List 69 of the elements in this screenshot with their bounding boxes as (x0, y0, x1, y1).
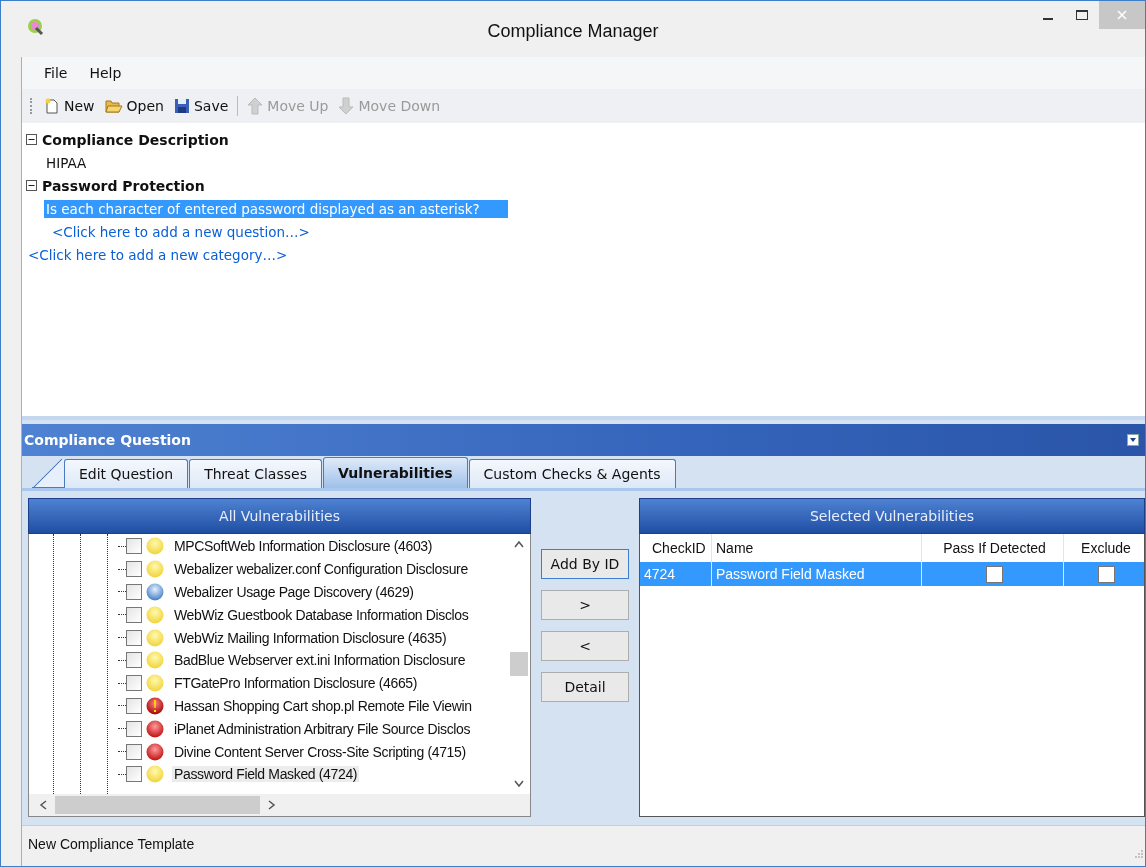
checkbox[interactable] (126, 675, 142, 692)
maximize-icon (1076, 10, 1088, 20)
vulnerability-item[interactable]: Divine Content Server Cross-Site Scripting (4715) (172, 743, 468, 760)
checkbox[interactable] (986, 565, 1003, 583)
vulnerability-item[interactable]: Hassan Shopping Cart shop.pl Remote File Viewin (172, 697, 474, 714)
collapse-panel-icon[interactable] (1127, 434, 1139, 446)
vulnerability-item[interactable]: MPCSoftWeb Information Disclosure (4603) (172, 538, 435, 555)
action-button[interactable]: Detail (541, 672, 629, 702)
checkbox[interactable] (126, 743, 142, 760)
description-text: HIPAA (45, 153, 88, 172)
vulnerability-item[interactable]: Password Field Masked (4724) (172, 766, 360, 783)
down-arrow-icon (338, 97, 355, 115)
category-title: Compliance Description (42, 131, 229, 148)
folder-icon (104, 98, 123, 114)
toolbar-button[interactable]: New (40, 96, 99, 116)
resize-grip-icon[interactable] (1133, 848, 1143, 858)
column-header[interactable]: Exclude (1064, 534, 1144, 562)
checkbox[interactable] (126, 720, 142, 737)
vulnerability-item[interactable]: BadBlue Webserver ext.ini Information Disclosure (172, 652, 468, 669)
window-title: Compliance Manager (487, 21, 659, 42)
scroll-down-icon[interactable] (514, 780, 524, 788)
up-arrow-icon (247, 97, 264, 115)
checkbox[interactable] (126, 697, 142, 714)
scrollbar-thumb[interactable] (510, 652, 528, 676)
list-title: Selected Vulnerabilities (809, 508, 975, 524)
status-text: New Compliance Template (28, 836, 195, 852)
checkbox[interactable] (126, 629, 142, 646)
tab[interactable]: Custom Checks & Agents (468, 459, 676, 488)
vulnerability-item[interactable]: FTGatePro Information Disclosure (4665) (172, 675, 420, 692)
checkbox[interactable] (126, 606, 142, 623)
tab[interactable]: Edit Question (64, 459, 189, 488)
action-button[interactable]: < (541, 631, 629, 661)
tab-strip-corner (32, 459, 64, 488)
toolbar-button[interactable]: Open (100, 96, 168, 116)
checkbox[interactable] (126, 584, 142, 600)
checkbox[interactable] (126, 652, 142, 669)
action-button[interactable]: Add By ID (541, 549, 629, 579)
vulnerability-item[interactable]: WebWiz Mailing Information Disclosure (4635) (172, 629, 449, 646)
scrollbar-thumb[interactable] (55, 796, 260, 814)
checkbox[interactable] (126, 766, 142, 783)
category-title: Password Protection (42, 177, 205, 194)
scroll-up-icon[interactable] (514, 540, 524, 548)
panel-title: Compliance Question (23, 432, 191, 448)
collapse-icon[interactable] (26, 134, 37, 145)
vulnerability-item[interactable]: WebWiz Guestbook Database Information Disclos (172, 606, 471, 623)
new-document-icon (44, 98, 60, 114)
add-category-link[interactable]: <Click here to add a new category…> (26, 245, 290, 264)
minimize-icon (1043, 18, 1053, 20)
scroll-left-icon[interactable] (39, 800, 47, 810)
app-icon (27, 18, 45, 36)
vulnerability-item[interactable]: Webalizer webalizer.conf Configuration Disclosure (172, 561, 470, 578)
add-question-link[interactable]: <Click here to add a new question…> (50, 222, 312, 241)
scroll-right-icon[interactable] (268, 800, 276, 810)
menu-item[interactable]: File (36, 65, 82, 81)
vulnerability-item[interactable]: Webalizer Usage Page Discovery (4629) (172, 584, 416, 600)
list-title: All Vulnerabilities (219, 508, 340, 524)
action-button[interactable]: > (541, 590, 629, 620)
checkbox[interactable] (126, 561, 142, 578)
tab[interactable]: Threat Classes (189, 459, 322, 488)
close-icon (1117, 10, 1127, 20)
toolbar-button[interactable]: Save (169, 96, 233, 116)
vulnerability-item[interactable]: iPlanet Administration Arbitrary File Source Disclos (172, 720, 473, 737)
checkbox[interactable] (1097, 565, 1115, 583)
table-cell: 4724 (640, 562, 712, 586)
collapse-icon[interactable] (26, 180, 37, 191)
table-cell: Password Field Masked (712, 562, 922, 586)
checkbox[interactable] (126, 538, 142, 555)
menu-item[interactable]: Help (81, 65, 136, 81)
tab[interactable]: Vulnerabilities (322, 457, 468, 488)
